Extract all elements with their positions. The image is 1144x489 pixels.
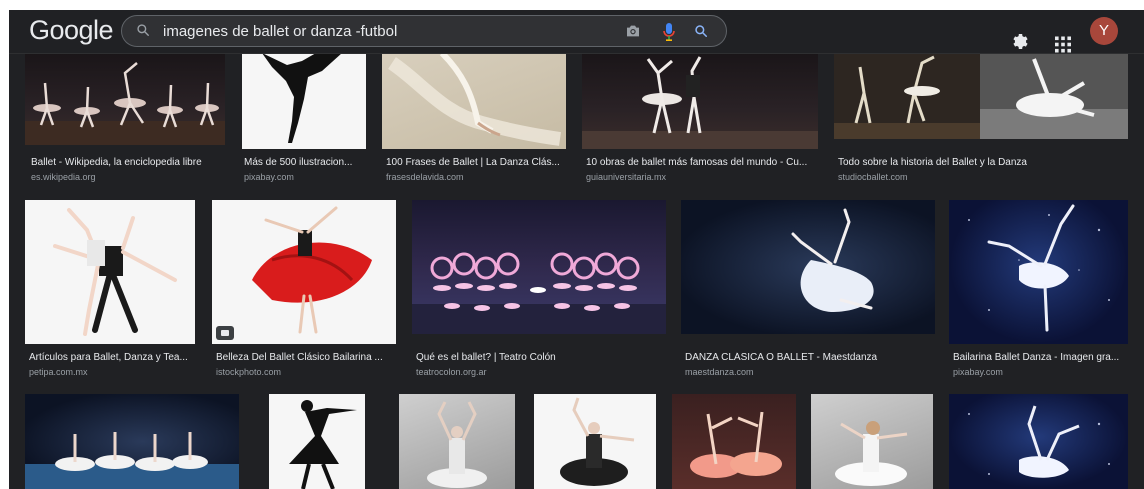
- image-result[interactable]: Artículos para Ballet, Danza y Tea... pe…: [25, 200, 195, 380]
- search-submit-icon[interactable]: [694, 24, 708, 38]
- result-thumbnail[interactable]: [949, 200, 1128, 344]
- result-title[interactable]: Más de 500 ilustracion...: [244, 157, 366, 168]
- result-thumbnail[interactable]: [582, 53, 818, 149]
- result-thumbnail[interactable]: [681, 200, 935, 334]
- image-result[interactable]: Belleza Del Ballet Clásico Bailarina ...…: [212, 200, 396, 380]
- search-icon: [137, 24, 149, 36]
- google-logo[interactable]: Google: [29, 15, 114, 46]
- image-result[interactable]: [811, 394, 933, 489]
- result-title[interactable]: Artículos para Ballet, Danza y Tea...: [29, 352, 195, 363]
- result-thumbnail[interactable]: [212, 200, 396, 344]
- result-thumbnail[interactable]: [242, 53, 366, 149]
- gear-icon[interactable]: [1009, 20, 1029, 63]
- result-title[interactable]: 10 obras de ballet más famosas del mundo…: [586, 157, 818, 168]
- image-badge-icon: [216, 326, 234, 340]
- image-result[interactable]: 100 Frases de Ballet | La Danza Clás... …: [382, 53, 566, 184]
- image-result[interactable]: [672, 394, 796, 489]
- search-input[interactable]: imagenes de ballet or danza -futbol: [163, 23, 397, 40]
- result-title[interactable]: Todo sobre la historia del Ballet y la D…: [838, 157, 1126, 168]
- result-source[interactable]: es.wikipedia.org: [31, 172, 223, 182]
- result-source[interactable]: pixabay.com: [953, 367, 1128, 377]
- result-source[interactable]: guiauniversitaria.mx: [586, 172, 818, 182]
- result-title[interactable]: 100 Frases de Ballet | La Danza Clás...: [386, 157, 564, 168]
- image-result[interactable]: [949, 394, 1128, 489]
- google-images-page: Google imagenes de ballet or danza -futb…: [9, 10, 1144, 489]
- result-title[interactable]: Qué es el ballet? | Teatro Colón: [416, 352, 664, 363]
- result-title[interactable]: Bailarina Ballet Danza - Imagen gra...: [953, 352, 1128, 363]
- search-box[interactable]: imagenes de ballet or danza -futbol: [121, 15, 727, 47]
- result-thumbnail[interactable]: [949, 394, 1128, 489]
- image-result[interactable]: DANZA CLÁSICA O BALLET - Maestdanza maes…: [681, 200, 935, 380]
- result-thumbnail[interactable]: [269, 394, 365, 489]
- result-title[interactable]: Belleza Del Ballet Clásico Bailarina ...: [216, 352, 394, 363]
- result-source[interactable]: studiocballet.com: [838, 172, 1126, 182]
- result-source[interactable]: pixabay.com: [244, 172, 366, 182]
- result-title[interactable]: DANZA CLÁSICA O BALLET - Maestdanza: [685, 352, 933, 363]
- result-thumbnail[interactable]: [25, 200, 195, 344]
- result-thumbnail[interactable]: [399, 394, 515, 489]
- camera-icon[interactable]: [625, 24, 641, 38]
- result-thumbnail[interactable]: [412, 200, 666, 334]
- image-result[interactable]: Más de 500 ilustracion... pixabay.com: [242, 53, 366, 184]
- image-result[interactable]: [399, 394, 515, 489]
- image-result[interactable]: Bailarina Ballet Danza - Imagen gra... p…: [949, 200, 1128, 380]
- image-result[interactable]: Qué es el ballet? | Teatro Colón teatroc…: [412, 200, 666, 380]
- top-bar: Google imagenes de ballet or danza -futb…: [9, 10, 1144, 53]
- result-thumbnail[interactable]: [834, 53, 1128, 139]
- image-result[interactable]: 10 obras de ballet más famosas del mundo…: [582, 53, 818, 184]
- image-result[interactable]: [534, 394, 656, 489]
- result-source[interactable]: frasesdelavida.com: [386, 172, 564, 182]
- image-result[interactable]: Todo sobre la historia del Ballet y la D…: [834, 53, 1128, 184]
- result-thumbnail[interactable]: [534, 394, 656, 489]
- image-result[interactable]: [25, 394, 239, 489]
- image-result[interactable]: [269, 394, 365, 489]
- apps-grid-icon[interactable]: [1055, 23, 1071, 66]
- result-source[interactable]: maestdanza.com: [685, 367, 933, 377]
- result-source[interactable]: petipa.com.mx: [29, 367, 195, 377]
- image-result[interactable]: Ballet - Wikipedia, la enciclopedia libr…: [25, 53, 225, 184]
- result-thumbnail[interactable]: [382, 53, 566, 149]
- result-thumbnail[interactable]: [25, 394, 239, 489]
- mic-icon[interactable]: [662, 22, 676, 42]
- result-title[interactable]: Ballet - Wikipedia, la enciclopedia libr…: [31, 157, 223, 168]
- result-thumbnail[interactable]: [811, 394, 933, 489]
- result-source[interactable]: teatrocolon.org.ar: [416, 367, 664, 377]
- result-thumbnail[interactable]: [25, 53, 225, 145]
- result-thumbnail[interactable]: [672, 394, 796, 489]
- result-source[interactable]: istockphoto.com: [216, 367, 394, 377]
- avatar[interactable]: Y: [1090, 17, 1118, 45]
